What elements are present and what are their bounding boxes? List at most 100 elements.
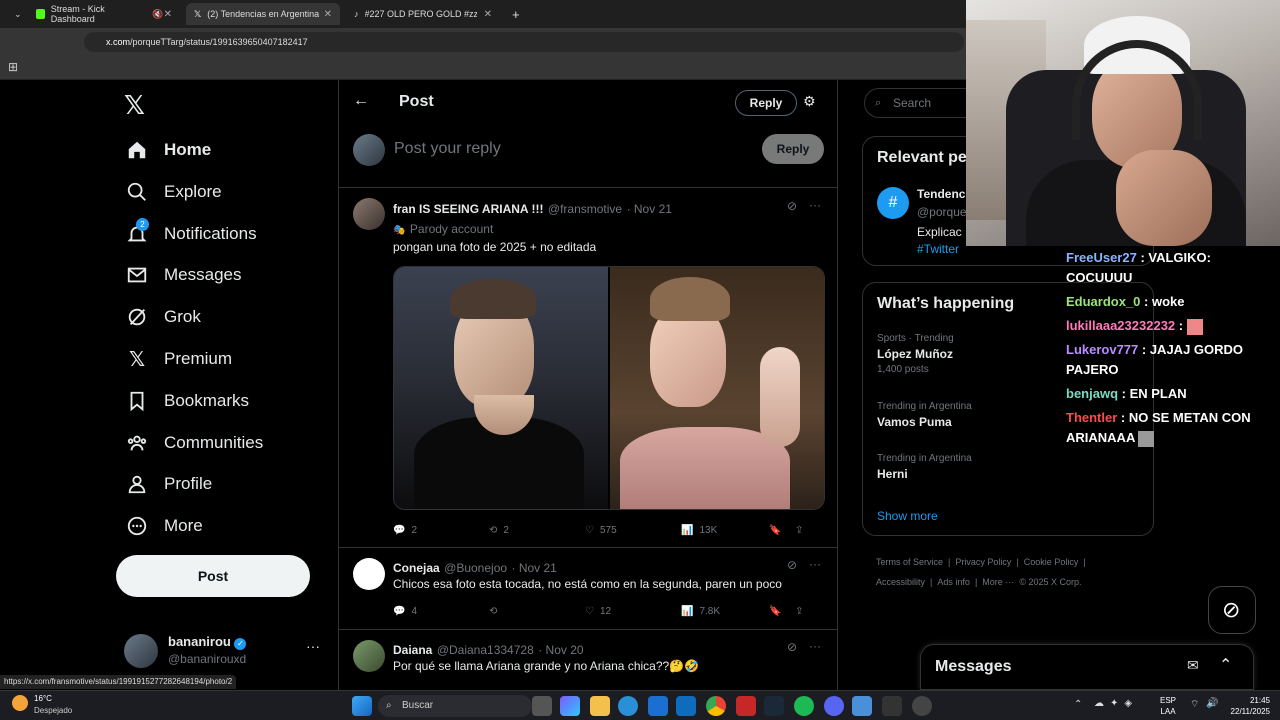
grok-icon[interactable]: ⊘ [787, 199, 797, 213]
grok-icon[interactable]: ⊘ [787, 558, 797, 572]
nav-grok[interactable]: Grok [124, 297, 201, 337]
like-action[interactable]: ♡ 12 [585, 606, 681, 617]
task-view-icon[interactable] [532, 696, 552, 716]
tray-icons[interactable]: ☁✦◈ [1094, 698, 1138, 709]
tweet-author-handle[interactable]: @Daiana1334728 [437, 643, 534, 657]
avatar[interactable] [353, 558, 385, 590]
tweet-author-name[interactable]: Daiana [393, 643, 432, 657]
app-icon[interactable] [736, 696, 756, 716]
tweet[interactable]: Daiana @Daiana1334728 · Nov 20 ⊘ ··· Por… [339, 630, 837, 690]
share-action[interactable]: ⇪ [795, 525, 803, 536]
trend-item[interactable]: Trending in Argentina Vamos Puma [877, 401, 972, 429]
app-icon[interactable] [882, 696, 902, 716]
discord-icon[interactable] [824, 696, 844, 716]
nav-explore[interactable]: Explore [124, 172, 222, 212]
reply-input[interactable]: Post your reply [394, 140, 501, 158]
more-dots-icon[interactable]: ··· [809, 639, 821, 653]
more-dots-icon[interactable]: ··· [809, 557, 821, 571]
windows-start-icon[interactable] [352, 696, 372, 716]
nav-bookmarks[interactable]: Bookmarks [124, 381, 249, 421]
url-field[interactable]: x.com/porqueTTarg/status/199163965040718… [84, 32, 964, 52]
wifi-icon[interactable]: ⌔ [1190, 698, 1199, 711]
apps-grid-icon[interactable]: ⊞ [8, 60, 18, 74]
views-action[interactable]: 📊 13K [681, 525, 769, 536]
nav-profile[interactable]: Profile [124, 464, 212, 504]
tab-list-button[interactable]: ⌄ [6, 3, 22, 25]
footer-link[interactable]: Accessibility [876, 577, 925, 587]
close-icon[interactable]: ✕ [164, 9, 172, 20]
chrome-icon[interactable] [706, 696, 726, 716]
tab-tiktok[interactable]: ♪ #227 OLD PERO GOLD #zzk #z ✕ [346, 3, 500, 25]
more-dots-icon[interactable]: ··· [306, 638, 320, 654]
outlook-icon[interactable] [676, 696, 696, 716]
bookmark-action[interactable]: 🔖 [769, 606, 795, 617]
file-explorer-icon[interactable] [590, 696, 610, 716]
steam-icon[interactable] [764, 696, 784, 716]
footer-link[interactable]: Ads info [937, 577, 970, 587]
nav-communities[interactable]: Communities [124, 423, 263, 463]
reply-action[interactable]: 💬 4 [393, 606, 489, 617]
post-button[interactable]: Post [116, 555, 310, 597]
taskbar-search[interactable]: ⌕ Buscar [378, 695, 532, 717]
footer-link[interactable]: Privacy Policy [955, 557, 1011, 567]
language-indicator[interactable]: ESP LAA [1160, 695, 1176, 717]
tweet-date[interactable]: · Nov 21 [512, 561, 557, 575]
reply-button[interactable]: Reply [762, 134, 824, 164]
nav-premium[interactable]: 𝕏 Premium [124, 339, 232, 379]
chevron-up-icon[interactable]: ⌃ [1074, 699, 1082, 710]
new-tab-button[interactable]: + [504, 3, 522, 25]
relevant-account-name[interactable]: Tendenc [917, 187, 965, 201]
tweet[interactable]: fran IS SEEING ARIANA !!! @fransmotive ·… [339, 190, 837, 548]
clock[interactable]: 21:45 22/11/2025 [1226, 695, 1270, 717]
relevant-account-tag[interactable]: #Twitter [917, 242, 959, 256]
mute-icon[interactable]: 🔇 [152, 9, 163, 20]
avatar[interactable] [353, 640, 385, 672]
store-icon[interactable] [648, 696, 668, 716]
nav-more[interactable]: More [124, 506, 203, 546]
copilot-icon[interactable] [560, 696, 580, 716]
app-icon[interactable] [912, 696, 932, 716]
photo-2[interactable] [610, 267, 824, 509]
footer-link[interactable]: Terms of Service [876, 557, 943, 567]
repost-action[interactable]: ⟲ 2 [489, 525, 585, 536]
nav-messages[interactable]: Messages [124, 255, 241, 295]
like-action[interactable]: ♡ 575 [585, 525, 681, 536]
edge-icon[interactable] [618, 696, 638, 716]
photo-1[interactable] [394, 267, 608, 509]
reply-action[interactable]: 💬 2 [393, 525, 489, 536]
mail-icon[interactable] [852, 696, 872, 716]
show-more-link[interactable]: Show more [877, 509, 938, 523]
volume-icon[interactable]: 🔊 [1206, 698, 1218, 709]
nav-notifications[interactable]: 2 Notifications [124, 214, 257, 254]
more-dots-icon[interactable]: ··· [809, 198, 821, 212]
views-action[interactable]: 📊 7.8K [681, 606, 769, 617]
grok-icon[interactable]: ⊘ [787, 640, 797, 654]
x-logo-icon[interactable]: 𝕏 [124, 90, 145, 121]
footer-link[interactable]: More ··· [982, 577, 1014, 587]
weather-widget[interactable]: 16°C Despejado [12, 694, 92, 718]
spotify-icon[interactable] [794, 696, 814, 716]
trend-item[interactable]: Trending in Argentina Herni [877, 453, 972, 481]
sliders-icon[interactable]: ⚙ [803, 93, 816, 110]
bookmark-action[interactable]: 🔖 [769, 525, 795, 536]
close-icon[interactable]: ✕ [324, 9, 332, 20]
tab-kick[interactable]: Stream - Kick Dashboard 🔇 ✕ [28, 3, 180, 25]
tab-x[interactable]: 𝕏 (2) Tendencias en Argentina en ✕ [186, 3, 340, 25]
new-message-icon[interactable]: ✉ [1187, 657, 1199, 674]
reply-filter-button[interactable]: Reply [735, 90, 797, 116]
grok-floating-button[interactable]: ⊘ [1208, 586, 1256, 634]
tweet-author-name[interactable]: fran IS SEEING ARIANA !!! [393, 202, 543, 216]
tweet-media[interactable] [393, 266, 825, 510]
tweet-date[interactable]: · Nov 21 [627, 202, 672, 216]
close-icon[interactable]: ✕ [484, 9, 492, 20]
repost-action[interactable]: ⟲ [489, 606, 585, 617]
footer-link[interactable]: Cookie Policy [1024, 557, 1079, 567]
tweet-author-handle[interactable]: @Buonejoo [444, 561, 507, 575]
account-switcher[interactable]: bananirou ✓ @bananirouxd ··· [124, 632, 324, 672]
tweet-author-handle[interactable]: @fransmotive [548, 202, 622, 216]
tweet-author-name[interactable]: Conejaa [393, 561, 440, 575]
avatar[interactable] [353, 198, 385, 230]
chevron-up-icon[interactable]: ⌃ [1219, 655, 1232, 675]
share-action[interactable]: ⇪ [795, 606, 803, 617]
back-arrow-icon[interactable]: ← [353, 92, 369, 110]
